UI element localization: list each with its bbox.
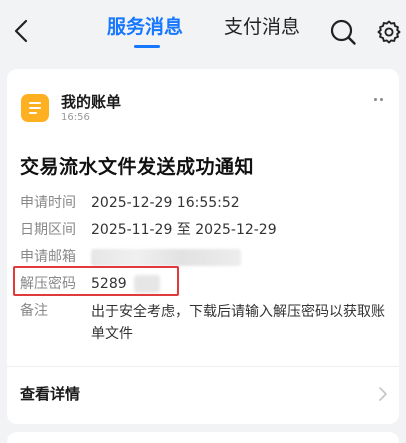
field-label: 备注 xyxy=(20,303,48,319)
view-details-link[interactable]: 查看详情 xyxy=(20,383,80,404)
password-highlight-box xyxy=(13,266,179,296)
field-label: 申请邮箱 xyxy=(20,249,76,265)
settings-button[interactable] xyxy=(374,17,404,47)
field-value: 2025-12-29 16:55:52 xyxy=(91,195,240,211)
chevron-right-icon[interactable] xyxy=(377,385,389,403)
field-value: 2025-11-29 至 2025-12-29 xyxy=(91,222,277,238)
field-label: 申请时间 xyxy=(20,195,76,211)
sender-name: 我的账单 xyxy=(61,93,122,111)
back-button[interactable] xyxy=(8,14,34,48)
bill-icon xyxy=(21,94,49,122)
message-title: 交易流水文件发送成功通知 xyxy=(20,156,255,178)
top-navigation-bar: 服务消息 支付消息 xyxy=(0,0,406,62)
more-options-button[interactable] xyxy=(367,91,389,107)
search-icon xyxy=(330,19,356,45)
active-tab-indicator xyxy=(134,45,160,48)
bill-notification-card: 我的账单 16:56 交易流水文件发送成功通知 申请时间 2025-12-29 … xyxy=(7,69,399,424)
tab-payment-messages[interactable]: 支付消息 xyxy=(224,14,300,40)
gear-icon xyxy=(377,20,401,44)
back-arrow-icon xyxy=(14,19,28,43)
message-time: 16:56 xyxy=(61,112,90,123)
more-dots-icon xyxy=(373,97,377,101)
search-button[interactable] xyxy=(328,17,358,47)
divider xyxy=(7,366,399,367)
next-message-card xyxy=(7,432,399,443)
field-label: 日期区间 xyxy=(20,222,76,238)
blurred-email-value xyxy=(91,249,241,266)
field-value: 出于安全考虑，下载后请输入解压密码以获取账单文件 xyxy=(91,304,385,342)
tab-service-messages[interactable]: 服务消息 xyxy=(107,14,183,40)
